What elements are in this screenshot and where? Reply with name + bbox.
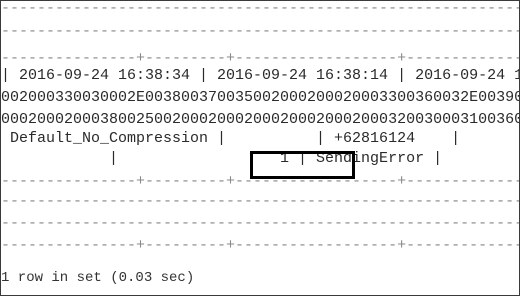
compression-row: Default_No_Compression | | +62816124 | -…	[10, 130, 461, 147]
separator-line: ----------------------------------------…	[1, 23, 520, 40]
separator-line: ----------------------------------------…	[1, 193, 520, 210]
separator-line: ----------------------------------------…	[1, 215, 520, 232]
table-border-line: ---------------+---------+--------------…	[1, 237, 520, 254]
terminal-window: ----------------------------------------…	[0, 0, 520, 296]
sending-error-highlight-box	[250, 151, 355, 179]
table-border-line: ---------------+---------+--------------…	[1, 50, 520, 67]
timestamp-row: | 2016-09-24 16:38:34 | 2016-09-24 16:38…	[1, 67, 519, 84]
hex-data-row: 0002000200038002500200020002000200020002…	[1, 111, 520, 128]
separator-line: ----------------------------------------…	[1, 0, 519, 17]
result-summary: 1 row in set (0.03 sec)	[1, 270, 195, 286]
hex-data-row: 002000330030002E003800370035002000200020…	[1, 89, 519, 106]
